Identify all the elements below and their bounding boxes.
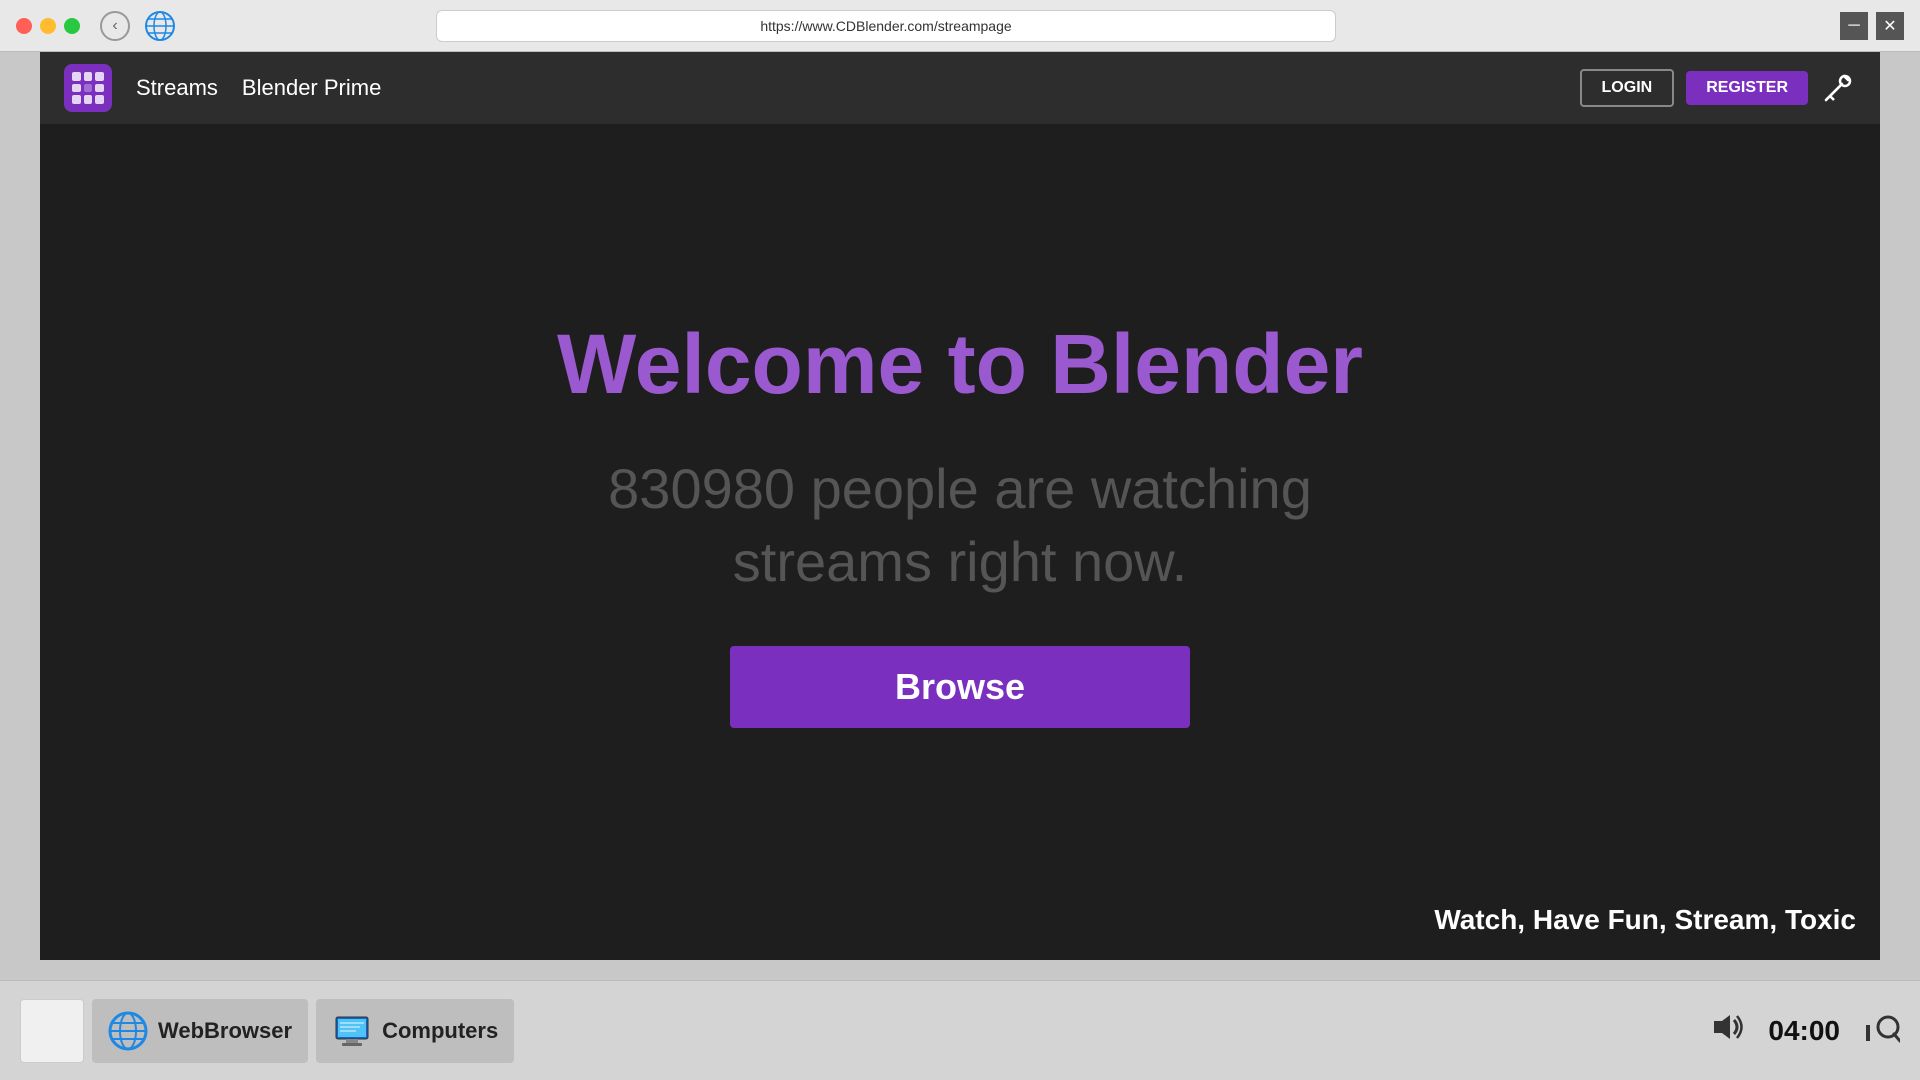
back-button[interactable]: ‹	[100, 11, 130, 41]
webbrowser-icon	[108, 1011, 148, 1051]
computers-icon	[332, 1011, 372, 1051]
nav-links: Streams Blender Prime	[136, 75, 381, 101]
taskbar-time: 04:00	[1768, 1015, 1840, 1047]
viewer-count: 830980	[608, 457, 795, 520]
window-controls: ─ ✕	[1840, 12, 1904, 40]
nav-streams[interactable]: Streams	[136, 75, 218, 101]
hero-section: Welcome to Blender 830980 people are wat…	[40, 124, 1880, 960]
browser-content: Streams Blender Prime LOGIN REGISTER	[40, 52, 1880, 960]
browser-globe-icon	[142, 8, 178, 44]
maximize-button[interactable]	[64, 18, 80, 34]
nav-right: LOGIN REGISTER	[1580, 69, 1856, 107]
taskbar-webbrowser[interactable]: WebBrowser	[92, 999, 308, 1063]
minimize-button[interactable]	[40, 18, 56, 34]
register-button[interactable]: REGISTER	[1686, 71, 1808, 105]
viewer-text: people are watchingstreams right now.	[733, 457, 1312, 593]
address-bar[interactable]: https://www.CDBlender.com/streampage	[436, 10, 1336, 42]
tagline: Watch, Have Fun, Stream, Toxic	[1434, 904, 1856, 936]
taskbar-search-icon[interactable]	[1860, 1011, 1900, 1051]
close-win-button[interactable]: ✕	[1876, 12, 1904, 40]
hero-title: Welcome to Blender	[557, 316, 1363, 413]
computers-label: Computers	[382, 1018, 498, 1044]
taskbar-blank-icon	[20, 999, 84, 1063]
browse-button[interactable]: Browse	[730, 646, 1190, 728]
webbrowser-label: WebBrowser	[158, 1018, 292, 1044]
taskbar-right: 04:00	[1708, 1007, 1900, 1055]
traffic-lights	[16, 18, 80, 34]
taskbar-computers[interactable]: Computers	[316, 999, 514, 1063]
hero-subtitle: 830980 people are watchingstreams right …	[608, 453, 1312, 599]
back-icon: ‹	[112, 17, 117, 35]
login-button[interactable]: LOGIN	[1580, 69, 1675, 107]
mac-frame: ‹ https://www.CDBlender.com/streampage ─…	[0, 0, 1920, 1080]
volume-icon[interactable]	[1708, 1007, 1748, 1055]
logo-grid-icon	[72, 72, 104, 104]
minimize-win-button[interactable]: ─	[1840, 12, 1868, 40]
settings-icon[interactable]	[1820, 70, 1856, 106]
site-logo[interactable]	[64, 64, 112, 112]
title-bar: ‹ https://www.CDBlender.com/streampage ─…	[0, 0, 1920, 52]
nav-blender-prime[interactable]: Blender Prime	[242, 75, 381, 101]
taskbar: WebBrowser Computers	[0, 980, 1920, 1080]
close-button[interactable]	[16, 18, 32, 34]
site-nav: Streams Blender Prime LOGIN REGISTER	[40, 52, 1880, 124]
url-text: https://www.CDBlender.com/streampage	[760, 18, 1011, 34]
